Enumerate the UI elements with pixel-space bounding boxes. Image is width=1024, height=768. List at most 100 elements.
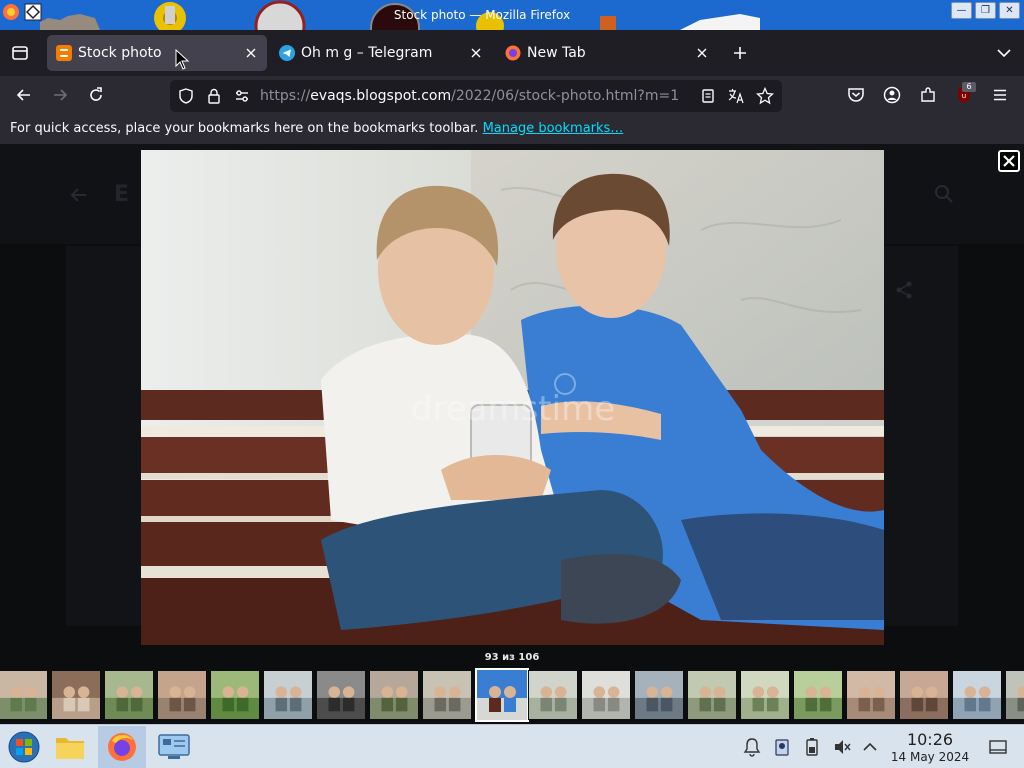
chevron-up-icon[interactable] <box>860 737 880 757</box>
tracking-protection-shield-icon[interactable] <box>178 88 194 104</box>
taskbar-file-manager[interactable] <box>46 726 94 768</box>
thumbnail[interactable] <box>740 670 790 720</box>
account-button[interactable] <box>880 83 904 107</box>
lock-icon[interactable] <box>206 88 222 104</box>
firefox-icon <box>108 733 136 761</box>
taskbar-system-settings[interactable] <box>150 726 198 768</box>
thumbnail-active[interactable] <box>475 668 529 722</box>
thumbnail[interactable] <box>634 670 684 720</box>
app-menu-button[interactable] <box>988 83 1012 107</box>
reload-icon <box>90 87 102 101</box>
svg-text:u: u <box>962 92 966 100</box>
watermark-text: dreamstime <box>411 389 615 429</box>
tab-label: Stock photo <box>78 45 162 61</box>
maximize-button[interactable]: ❐ <box>975 2 996 19</box>
bookmark-star-icon[interactable] <box>756 87 774 105</box>
forward-button[interactable] <box>48 83 72 107</box>
thumbnail[interactable] <box>899 670 949 720</box>
thumbnail[interactable] <box>846 670 896 720</box>
start-button[interactable] <box>0 726 48 768</box>
tab-label: Oh m g – Telegram <box>301 45 433 61</box>
volume-muted-icon[interactable] <box>832 737 852 757</box>
clock-time: 10:26 <box>906 730 954 749</box>
navigation-toolbar: https://evaqs.blogspot.com/2022/06/stock… <box>0 76 1024 114</box>
account-icon <box>883 86 901 104</box>
image-counter: 93 из 106 <box>484 652 540 663</box>
tab-stock-photo[interactable]: Stock photo <box>47 35 267 71</box>
thumbnail[interactable] <box>581 670 631 720</box>
web-page-viewport[interactable]: E dreamstime 93 из 106 <box>0 144 1024 724</box>
control-panel-icon <box>158 734 190 759</box>
plus-icon <box>734 47 746 59</box>
arrow-right-icon <box>54 89 68 101</box>
thumbnail[interactable] <box>369 670 419 720</box>
thumbnail[interactable] <box>157 670 207 720</box>
thumbnail[interactable] <box>316 670 366 720</box>
arrow-left-icon <box>16 89 30 101</box>
chevron-down-icon <box>997 49 1011 58</box>
tab-new-tab[interactable]: New Tab <box>496 35 718 71</box>
thumbnail[interactable] <box>104 670 154 720</box>
taskbar-clock[interactable]: 10:26 14 May 2024 <box>880 731 980 765</box>
close-lightbox-button[interactable] <box>998 150 1020 172</box>
taskbar: 10:26 14 May 2024 <box>0 724 1024 768</box>
share-icon <box>896 281 912 299</box>
thumbnail[interactable] <box>528 670 578 720</box>
thumbnail[interactable] <box>687 670 737 720</box>
thumbnail[interactable] <box>210 670 260 720</box>
translate-icon[interactable] <box>728 88 744 104</box>
close-tab-icon[interactable] <box>243 45 259 61</box>
thumbnail-filmstrip[interactable] <box>0 668 1024 722</box>
screen: Stock photo — Mozilla Firefox — ❐ ✕ Stoc… <box>0 0 1024 768</box>
battery-icon[interactable] <box>802 737 822 757</box>
reader-view-icon[interactable] <box>700 88 716 104</box>
thumbnail[interactable] <box>422 670 472 720</box>
taskbar-firefox[interactable] <box>98 726 146 768</box>
new-tab-button[interactable] <box>728 41 752 65</box>
close-icon <box>1003 155 1015 167</box>
url-host: evaqs.blogspot.com <box>310 88 452 104</box>
url-bar[interactable]: https://evaqs.blogspot.com/2022/06/stock… <box>170 80 782 112</box>
extensions-button[interactable] <box>916 83 940 107</box>
mouse-cursor-icon <box>175 49 190 70</box>
bookmarks-hint-text: For quick access, place your bookmarks h… <box>10 121 479 136</box>
list-all-tabs-button[interactable] <box>992 41 1016 65</box>
notifications-bell-icon[interactable] <box>742 737 762 757</box>
firefox-view-icon <box>12 46 28 60</box>
close-window-button[interactable]: ✕ <box>999 2 1020 19</box>
close-tab-icon[interactable] <box>694 45 710 61</box>
thumbnail[interactable] <box>793 670 843 720</box>
thumbnail[interactable] <box>51 670 101 720</box>
clipboard-applet-icon[interactable] <box>772 737 792 757</box>
tab-label: New Tab <box>527 45 586 61</box>
firefox-view-button[interactable] <box>8 41 32 65</box>
lightbox-photo[interactable]: dreamstime <box>141 150 884 645</box>
reload-button[interactable] <box>84 83 108 107</box>
tab-telegram[interactable]: Oh m g – Telegram <box>270 35 492 71</box>
permissions-icon[interactable] <box>234 88 250 104</box>
blog-search-icon <box>935 185 953 203</box>
manage-bookmarks-link[interactable]: Manage bookmarks… <box>483 121 624 136</box>
pocket-icon <box>848 88 864 102</box>
start-orb-icon <box>8 731 40 763</box>
thumbnail[interactable] <box>952 670 1002 720</box>
tab-strip: Stock photo Oh m g – Telegram New Tab <box>0 30 1024 76</box>
url-prefix: https:// <box>260 88 311 104</box>
thumbnail[interactable] <box>0 670 48 720</box>
url-text[interactable]: https://evaqs.blogspot.com/2022/06/stock… <box>260 80 679 112</box>
show-desktop-icon[interactable] <box>988 737 1008 757</box>
puzzle-icon <box>921 87 935 102</box>
telegram-icon <box>279 45 295 61</box>
thumbnail[interactable] <box>263 670 313 720</box>
bookmarks-toolbar: For quick access, place your bookmarks h… <box>0 114 1024 144</box>
close-tab-icon[interactable] <box>468 45 484 61</box>
window-title: Stock photo — Mozilla Firefox <box>393 8 571 22</box>
window-titlebar[interactable]: Stock photo — Mozilla Firefox — ❐ ✕ <box>0 0 1024 30</box>
stock-photo-boys-on-bench: dreamstime <box>141 150 884 645</box>
pocket-button[interactable] <box>844 83 868 107</box>
hamburger-menu-icon <box>994 89 1006 101</box>
minimize-button[interactable]: — <box>951 2 972 19</box>
back-button[interactable] <box>12 83 36 107</box>
thumbnail[interactable] <box>1005 670 1024 720</box>
blogger-icon <box>56 45 72 61</box>
